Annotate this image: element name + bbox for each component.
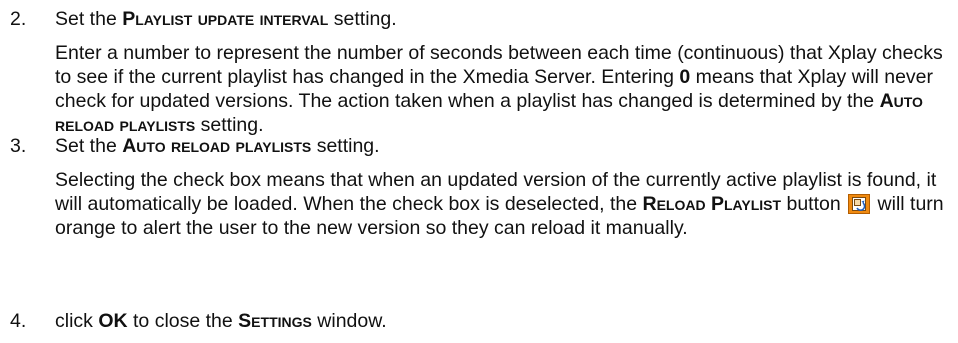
step-heading-suffix: setting.	[311, 135, 380, 157]
description-text: to close the	[127, 310, 239, 332]
step-heading-prefix: Set the	[55, 8, 123, 30]
step-heading: Set the Auto reload playlists setting.	[55, 134, 958, 158]
reload-playlist-icon	[848, 194, 871, 214]
button-name: Reload Playlist	[642, 193, 782, 215]
description-text: click	[55, 310, 99, 332]
step-heading-suffix: setting.	[328, 8, 397, 30]
step-heading: click OK to close the Settings window.	[55, 309, 958, 333]
step-description: Selecting the check box means that when …	[55, 168, 958, 240]
window-name: Settings	[238, 310, 312, 332]
step-3: 3. Set the Auto reload playlists setting…	[0, 134, 958, 240]
description-text: setting.	[195, 114, 264, 136]
step-heading-prefix: Set the	[55, 135, 123, 157]
step-2: 2. Set the Playlist update interval sett…	[0, 7, 958, 137]
button-name: OK	[98, 310, 128, 332]
step-number: 2.	[10, 8, 27, 30]
setting-name: Playlist update interval	[122, 8, 329, 30]
step-heading: Set the Playlist update interval setting…	[55, 7, 958, 31]
description-text: window.	[311, 310, 387, 332]
emphasis-value: 0	[679, 66, 691, 88]
setting-name: Auto reload playlists	[122, 135, 312, 157]
step-number: 4.	[10, 310, 27, 332]
step-description: Enter a number to represent the number o…	[55, 41, 958, 137]
step-4: 4. click OK to close the Settings window…	[0, 309, 958, 333]
description-text: button	[781, 193, 847, 215]
step-number: 3.	[10, 135, 27, 157]
